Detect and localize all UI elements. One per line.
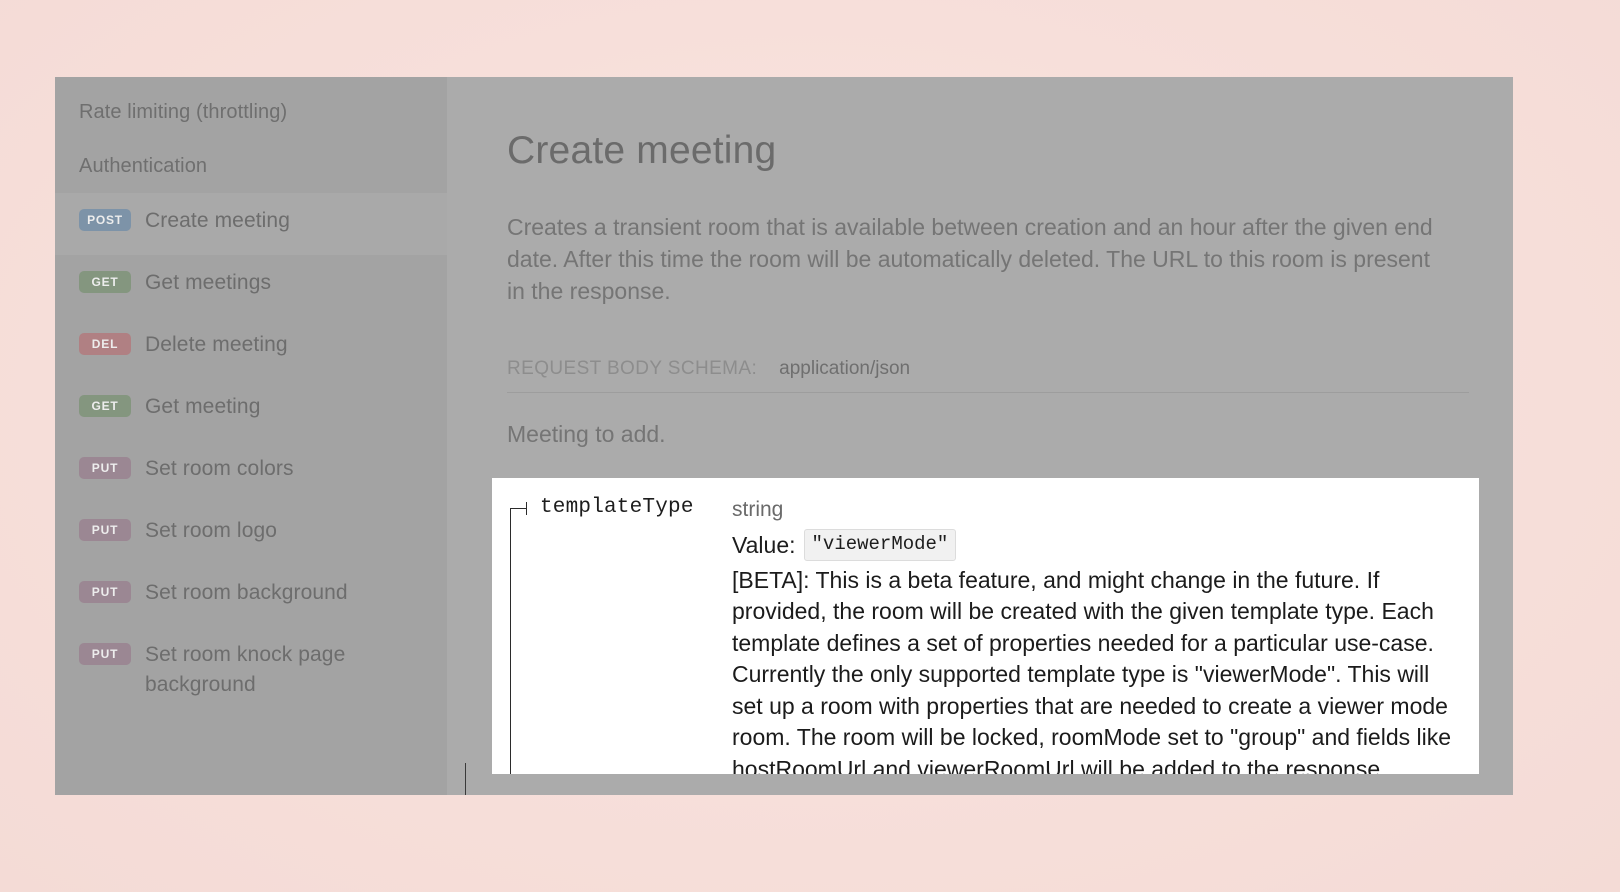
- sidebar-section-label: Rate limiting (throttling): [79, 101, 288, 123]
- tree-branch-line-icon: [510, 508, 526, 509]
- sidebar-item-label: Delete meeting: [145, 333, 288, 356]
- request-body-schema-row: REQUEST BODY SCHEMA: application/json: [507, 358, 1469, 393]
- sidebar-section-rate-limiting[interactable]: Rate limiting (throttling): [55, 85, 447, 139]
- sidebar-item-label: Set room background: [145, 581, 348, 604]
- property-value-code: "viewerMode": [803, 528, 957, 562]
- sidebar-section-authentication[interactable]: Authentication: [55, 139, 447, 193]
- sidebar-item-label: Get meetings: [145, 271, 272, 294]
- method-badge-put: PUT: [79, 581, 131, 603]
- sidebar-item-set-room-logo[interactable]: PUT Set room logo: [55, 503, 447, 565]
- sidebar-item-get-meeting[interactable]: GET Get meeting: [55, 379, 447, 441]
- method-badge-del: DEL: [79, 333, 131, 355]
- property-value-label: Value:: [732, 531, 796, 558]
- property-highlight-panel[interactable]: templateType string Value: "viewerMode" …: [492, 478, 1479, 774]
- sidebar-item-label: Set room knock page background: [145, 643, 346, 697]
- request-body-schema-value[interactable]: application/json: [779, 358, 910, 380]
- sidebar-item-label: Set room colors: [145, 457, 294, 480]
- property-value-row: Value: "viewerMode": [732, 528, 1461, 562]
- sidebar-item-set-room-knock-page-background[interactable]: PUT Set room knock page background: [55, 627, 447, 713]
- sidebar-item-create-meeting[interactable]: POST Create meeting: [55, 193, 447, 255]
- sidebar-item-label: Create meeting: [145, 209, 290, 232]
- sidebar-item-get-meetings[interactable]: GET Get meetings: [55, 255, 447, 317]
- schema-tree-rail: [465, 763, 466, 795]
- method-badge-put: PUT: [79, 643, 131, 665]
- property-type: string: [732, 498, 784, 521]
- tree-branch-cap-icon: [526, 502, 527, 515]
- method-badge-get: GET: [79, 395, 131, 417]
- sidebar-item-delete-meeting[interactable]: DEL Delete meeting: [55, 317, 447, 379]
- sidebar-section-label: Authentication: [79, 155, 208, 177]
- sidebar-item-label: Get meeting: [145, 395, 261, 418]
- method-badge-put: PUT: [79, 519, 131, 541]
- property-description: [BETA]: This is a beta feature, and migh…: [732, 566, 1452, 774]
- method-badge-get: GET: [79, 271, 131, 293]
- sidebar-nav[interactable]: Rate limiting (throttling) Authenticatio…: [55, 77, 447, 795]
- page-title: Create meeting: [507, 129, 777, 172]
- sidebar-item-set-room-background[interactable]: PUT Set room background: [55, 565, 447, 627]
- sidebar-item-set-room-colors[interactable]: PUT Set room colors: [55, 441, 447, 503]
- property-detail-column: string Value: "viewerMode" [BETA]: This …: [732, 494, 1479, 774]
- schema-note: Meeting to add.: [507, 420, 666, 447]
- tree-vertical-line-icon: [510, 508, 511, 774]
- method-badge-put: PUT: [79, 457, 131, 479]
- sidebar-item-label: Set room logo: [145, 519, 278, 542]
- page-description: Creates a transient room that is availab…: [507, 213, 1433, 304]
- property-tree-column: templateType: [492, 494, 732, 774]
- property-name: templateType: [540, 496, 694, 519]
- method-badge-post: POST: [79, 209, 131, 231]
- request-body-schema-label: REQUEST BODY SCHEMA:: [507, 357, 758, 379]
